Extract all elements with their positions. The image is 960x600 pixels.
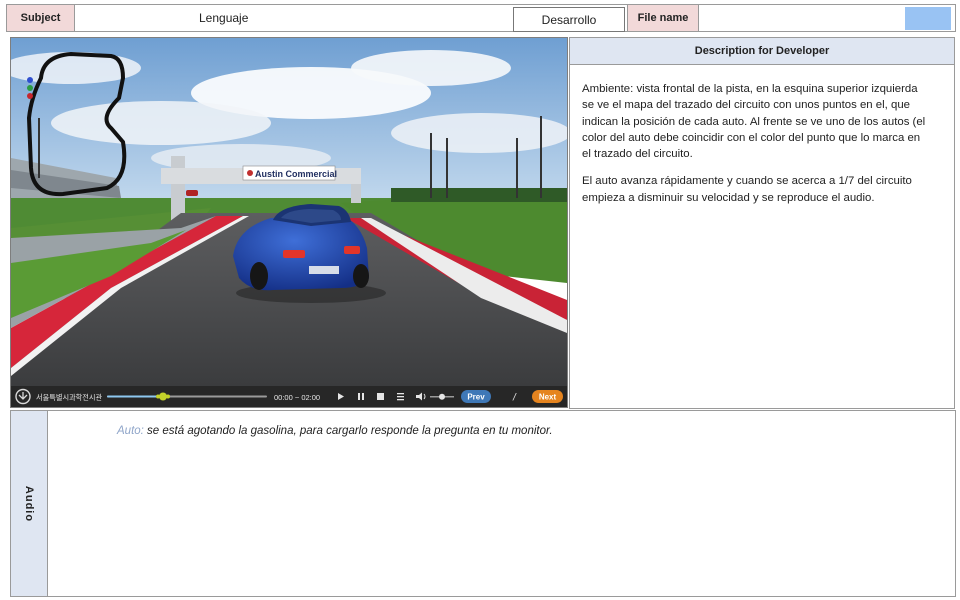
stop-icon[interactable] bbox=[377, 393, 384, 400]
filename-label: File name bbox=[627, 5, 699, 31]
play-icon[interactable] bbox=[338, 393, 344, 400]
prev-label: Prev bbox=[467, 393, 485, 402]
description-panel: Description for Developer Ambiente: vist… bbox=[569, 37, 955, 409]
volume-knob[interactable] bbox=[439, 393, 445, 400]
logo-icon bbox=[15, 388, 31, 405]
brand-text: 서울특별시과학전시관 bbox=[36, 393, 103, 402]
stage-field[interactable]: Desarrollo bbox=[513, 7, 625, 32]
audio-label-cell: Audio bbox=[11, 411, 48, 596]
menu-icon[interactable] bbox=[397, 393, 404, 401]
subject-value: Lenguaje bbox=[199, 11, 249, 25]
pause-icon[interactable] bbox=[358, 393, 364, 400]
player-toolbar: 서울특별시과학전시관 00:00 ~ 02:00 Prev / Next bbox=[15, 388, 563, 405]
audio-line: se está agotando la gasolina, para carga… bbox=[143, 425, 553, 437]
nav-separator: / bbox=[512, 393, 517, 404]
speaker-name: Auto: bbox=[117, 425, 144, 437]
prev-button[interactable]: Prev bbox=[461, 390, 491, 403]
billboard-text: Austin Commercial bbox=[255, 169, 337, 179]
player-controls: 서울특별시과학전시관 00:00 ~ 02:00 Prev / Next bbox=[11, 386, 567, 407]
color-swatch bbox=[905, 7, 951, 30]
volume-icon[interactable] bbox=[416, 392, 426, 401]
description-title: Description for Developer bbox=[570, 38, 954, 65]
audio-script: Auto: se está agotando la gasolina, para… bbox=[117, 425, 553, 437]
subject-label: Subject bbox=[7, 5, 75, 31]
next-label: Next bbox=[539, 393, 557, 402]
description-body: Ambiente: vista frontal de la pista, en … bbox=[570, 65, 954, 206]
next-button[interactable]: Next bbox=[532, 390, 563, 403]
race-scene-image: Austin Commercial bbox=[11, 38, 567, 386]
progress-fill bbox=[107, 395, 163, 398]
video-frame: Austin Commercial 서울특별시과학전시관 00:00 ~ 02:… bbox=[10, 37, 568, 408]
time-readout: 00:00 ~ 02:00 bbox=[274, 393, 320, 402]
progress-handle[interactable] bbox=[156, 392, 170, 401]
audio-panel: Audio Auto: se está agotando la gasolina… bbox=[10, 410, 956, 597]
description-paragraph: El auto avanza rápidamente y cuando se a… bbox=[582, 175, 912, 204]
header-bar: Subject Lenguaje Desarrollo File name bbox=[6, 4, 956, 32]
description-paragraph: Ambiente: vista frontal de la pista, en … bbox=[582, 83, 926, 161]
audio-label: Audio bbox=[23, 485, 35, 522]
